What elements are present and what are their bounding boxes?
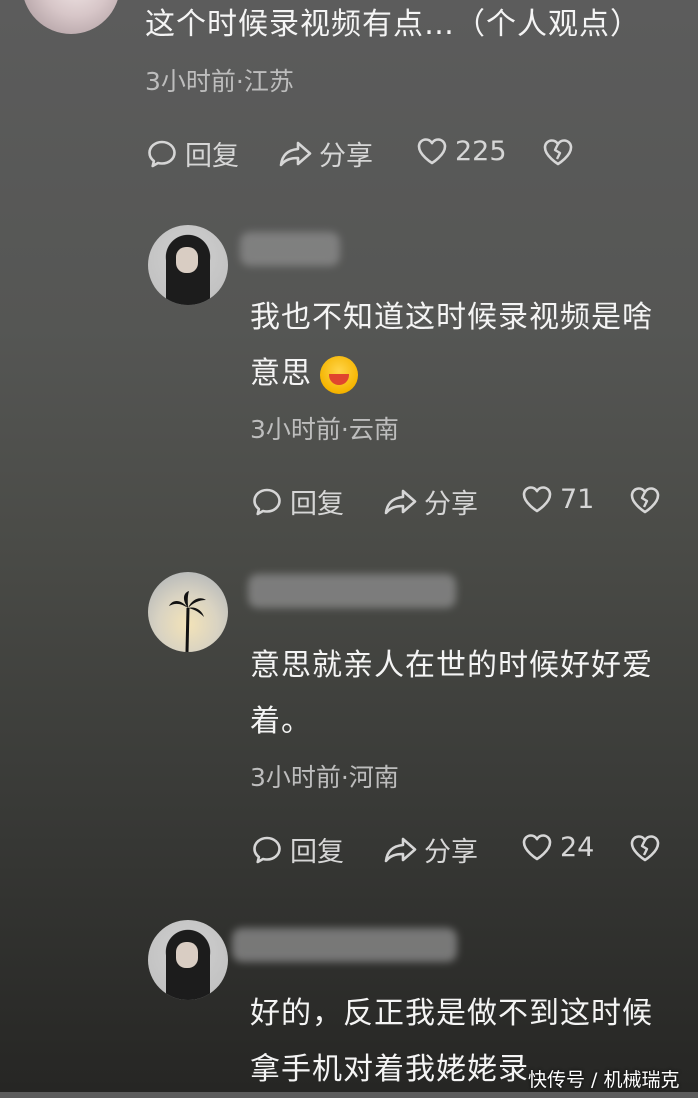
reply-button[interactable]: 回复 — [250, 830, 344, 869]
username-redacted — [248, 574, 456, 608]
watermark: 快传号 / 机械瑞克 — [528, 1069, 680, 1091]
comment-text: 好的，反正我是做不到这时候 — [250, 996, 653, 1031]
share-label: 分享 — [424, 837, 478, 868]
heart-outline-icon — [520, 482, 554, 516]
heart-outline-icon — [415, 134, 449, 168]
share-arrow-icon — [382, 833, 420, 867]
comment-meta: 3小时前·江苏 — [145, 67, 294, 96]
username-redacted — [232, 928, 457, 962]
broken-heart-icon — [541, 136, 575, 168]
comment-text: 着。 — [250, 704, 312, 739]
username-redacted — [240, 232, 340, 266]
broken-heart-icon — [628, 484, 662, 516]
share-button[interactable]: 分享 — [382, 482, 478, 521]
like-count: 71 — [560, 483, 595, 515]
comment-bubble-icon — [145, 137, 179, 171]
grinning-face-emoji — [320, 355, 358, 394]
share-label: 分享 — [424, 489, 478, 520]
share-button[interactable]: 分享 — [277, 134, 373, 173]
share-arrow-icon — [382, 485, 420, 519]
broken-heart-icon — [628, 832, 662, 864]
comment-actions: 回复 分享 71 — [250, 482, 670, 522]
reply-label: 回复 — [290, 489, 344, 520]
heart-outline-icon — [520, 830, 554, 864]
comment-text-line2: 意思 — [250, 346, 358, 402]
comment-text: 这个时候录视频有点…（个人观点） — [145, 7, 641, 42]
comment-bubble-icon — [250, 485, 284, 519]
like-button[interactable]: 24 — [520, 830, 594, 864]
palm-tree-icon — [169, 591, 206, 652]
like-count: 225 — [455, 135, 507, 167]
like-count: 24 — [560, 831, 595, 863]
like-button[interactable]: 71 — [520, 482, 594, 516]
comment-actions: 回复 分享 225 — [145, 134, 585, 174]
comment-text: 拿手机对着我姥姥录 — [250, 1052, 529, 1087]
comment-text: 意思 — [250, 356, 312, 391]
share-label: 分享 — [319, 141, 373, 172]
share-button[interactable]: 分享 — [382, 830, 478, 869]
dislike-button[interactable] — [541, 136, 575, 168]
reply-button[interactable]: 回复 — [250, 482, 344, 521]
comment-meta: 3小时前·云南 — [250, 415, 399, 444]
dislike-button[interactable] — [628, 832, 662, 864]
comment-text: 我也不知道这时候录视频是啥 — [250, 300, 653, 335]
reply-button[interactable]: 回复 — [145, 134, 239, 173]
dislike-button[interactable] — [628, 484, 662, 516]
avatar[interactable] — [22, 0, 120, 34]
comment-text: 意思就亲人在世的时候好好爱 — [250, 648, 653, 683]
avatar[interactable] — [148, 225, 228, 305]
avatar-face — [176, 942, 198, 968]
comment-bubble-icon — [250, 833, 284, 867]
comment-actions: 回复 分享 24 — [250, 830, 670, 870]
avatar-face — [176, 247, 198, 273]
avatar[interactable] — [148, 920, 228, 1000]
share-arrow-icon — [277, 137, 315, 171]
reply-label: 回复 — [290, 837, 344, 868]
reply-label: 回复 — [185, 141, 239, 172]
comment-meta: 3小时前·河南 — [250, 763, 399, 792]
like-button[interactable]: 225 — [415, 134, 507, 168]
avatar[interactable] — [148, 572, 228, 652]
